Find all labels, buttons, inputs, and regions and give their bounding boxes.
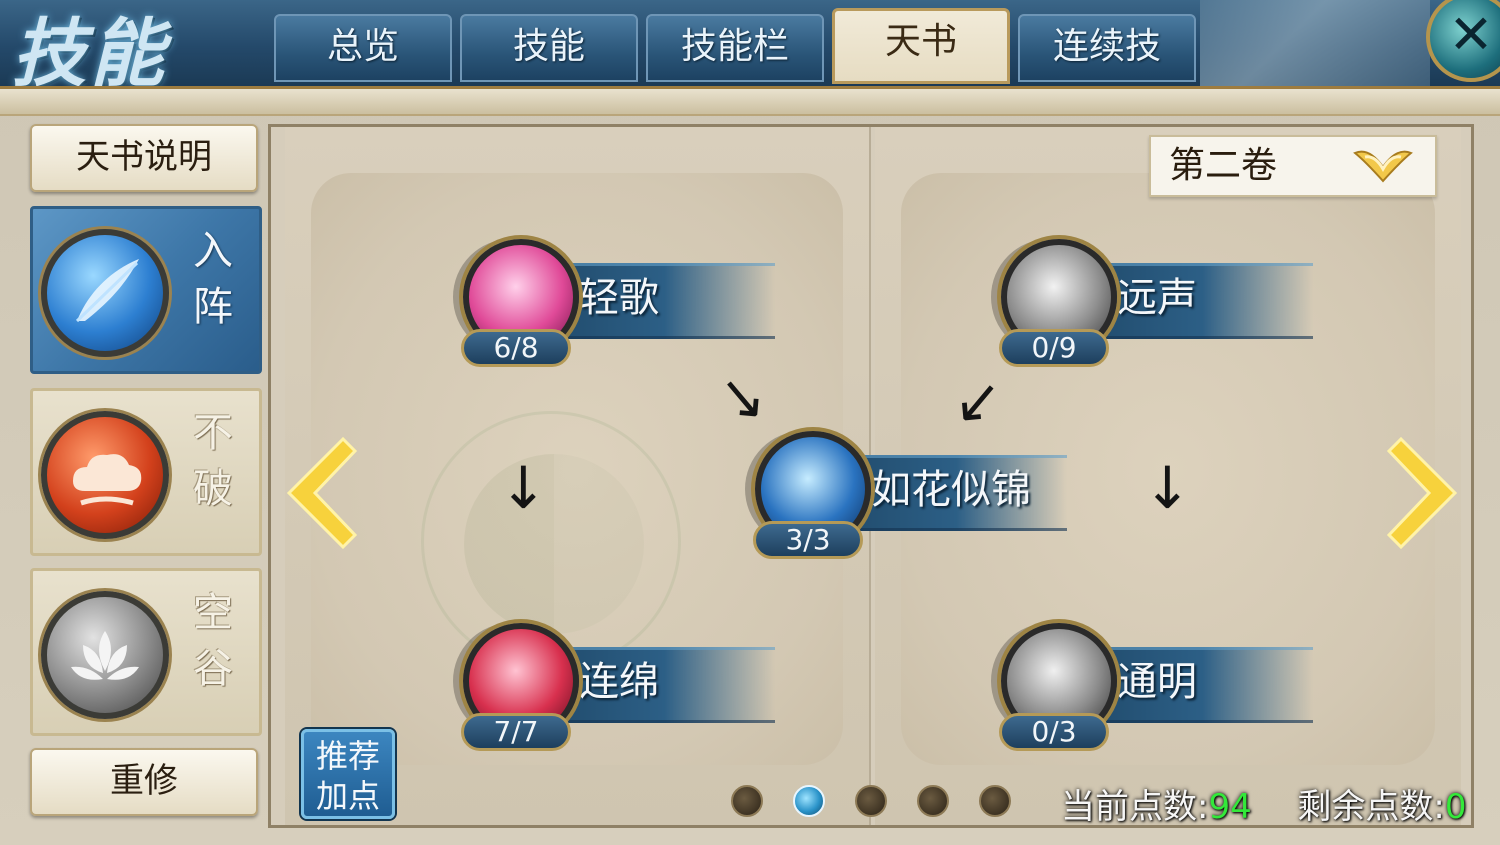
recommend-points-button[interactable]: 推荐 加点: [301, 729, 395, 819]
skills-window: 技能 总览 技能 技能栏 天书 连续技 ✕ 天书说明 入 阵 不 破 空 谷 重…: [0, 0, 1500, 845]
volume-select[interactable]: 第二卷: [1149, 135, 1437, 197]
close-button[interactable]: ✕: [1426, 0, 1500, 82]
skill-node-3[interactable]: 连绵 7/7: [447, 623, 777, 763]
page-indicator: [731, 785, 1031, 821]
chevron-right-icon[interactable]: [1385, 435, 1465, 551]
cloud-icon: [41, 411, 169, 539]
page-dot[interactable]: [917, 785, 949, 817]
skill-level: 3/3: [753, 521, 863, 559]
page-dot[interactable]: [731, 785, 763, 817]
page-dot[interactable]: [855, 785, 887, 817]
skill-name: 远声: [1117, 275, 1197, 321]
feather-icon: [41, 229, 169, 357]
formation-item-0[interactable]: 入 阵: [30, 206, 262, 374]
skill-name: 连绵: [579, 659, 659, 705]
formation-char: 阵: [193, 284, 233, 330]
page-dot[interactable]: [979, 785, 1011, 817]
tab-tianshu[interactable]: 天书: [832, 8, 1010, 84]
formation-char: 谷: [193, 646, 233, 692]
header-scenery: [1200, 0, 1430, 86]
tab-skill-bar[interactable]: 技能栏: [646, 14, 824, 82]
tab-overview[interactable]: 总览: [274, 14, 452, 82]
header-bar: 技能 总览 技能 技能栏 天书 连续技 ✕: [0, 0, 1500, 97]
formation-char: 空: [193, 590, 233, 636]
tab-combo-skills[interactable]: 连续技: [1018, 14, 1196, 82]
formation-char: 入: [193, 228, 233, 274]
arrow-down-icon: ↓: [1143, 454, 1192, 522]
chevron-left-icon[interactable]: [279, 435, 359, 551]
volume-select-value: 第二卷: [1169, 145, 1278, 186]
skill-book: 第二卷 轻歌 6/8 远声 0/9 如花似锦 3/3 连绵 7/7 通明 0/3…: [268, 124, 1474, 828]
skill-level: 6/8: [461, 329, 571, 367]
page-dot-active[interactable]: [793, 785, 825, 817]
skill-name: 轻歌: [579, 275, 659, 321]
skill-name: 通明: [1117, 659, 1197, 705]
points-readout: 当前点数:94 剩余点数:0: [1061, 779, 1466, 828]
skill-level: 0/9: [999, 329, 1109, 367]
formation-char: 破: [193, 466, 233, 512]
formation-char: 不: [193, 410, 233, 456]
formation-name: 不 破: [183, 405, 243, 517]
close-x-icon: ✕: [1448, 3, 1494, 66]
formation-item-2[interactable]: 空 谷: [30, 568, 262, 736]
skill-node-0[interactable]: 轻歌 6/8: [447, 239, 777, 379]
arrow-down-icon: ↓: [499, 454, 548, 522]
skill-level: 7/7: [461, 713, 571, 751]
chevron-down-icon: [1353, 150, 1413, 183]
skill-node-1[interactable]: 远声 0/9: [985, 239, 1315, 379]
skill-node-4[interactable]: 通明 0/3: [985, 623, 1315, 763]
formation-item-1[interactable]: 不 破: [30, 388, 262, 556]
recommend-line-2: 加点: [315, 777, 380, 815]
current-points-label: 当前点数:: [1061, 787, 1209, 827]
tab-skills[interactable]: 技能: [460, 14, 638, 82]
current-points-value: 94: [1208, 787, 1252, 827]
recommend-line-1: 推荐: [315, 737, 380, 775]
formation-name: 入 阵: [183, 223, 243, 335]
formation-name: 空 谷: [183, 585, 243, 697]
remaining-points-value: 0: [1444, 787, 1467, 827]
tianshu-info-button[interactable]: 天书说明: [30, 124, 258, 192]
skill-name: 如花似锦: [871, 467, 1031, 513]
reset-skills-button[interactable]: 重修: [30, 748, 258, 816]
lotus-icon: [41, 591, 169, 719]
sidebar: 天书说明 入 阵 不 破 空 谷 重修: [12, 118, 268, 834]
remaining-points-label: 剩余点数:: [1297, 787, 1445, 827]
skill-level: 0/3: [999, 713, 1109, 751]
skill-node-2[interactable]: 如花似锦 3/3: [739, 431, 1069, 571]
header-divider: [0, 86, 1500, 116]
